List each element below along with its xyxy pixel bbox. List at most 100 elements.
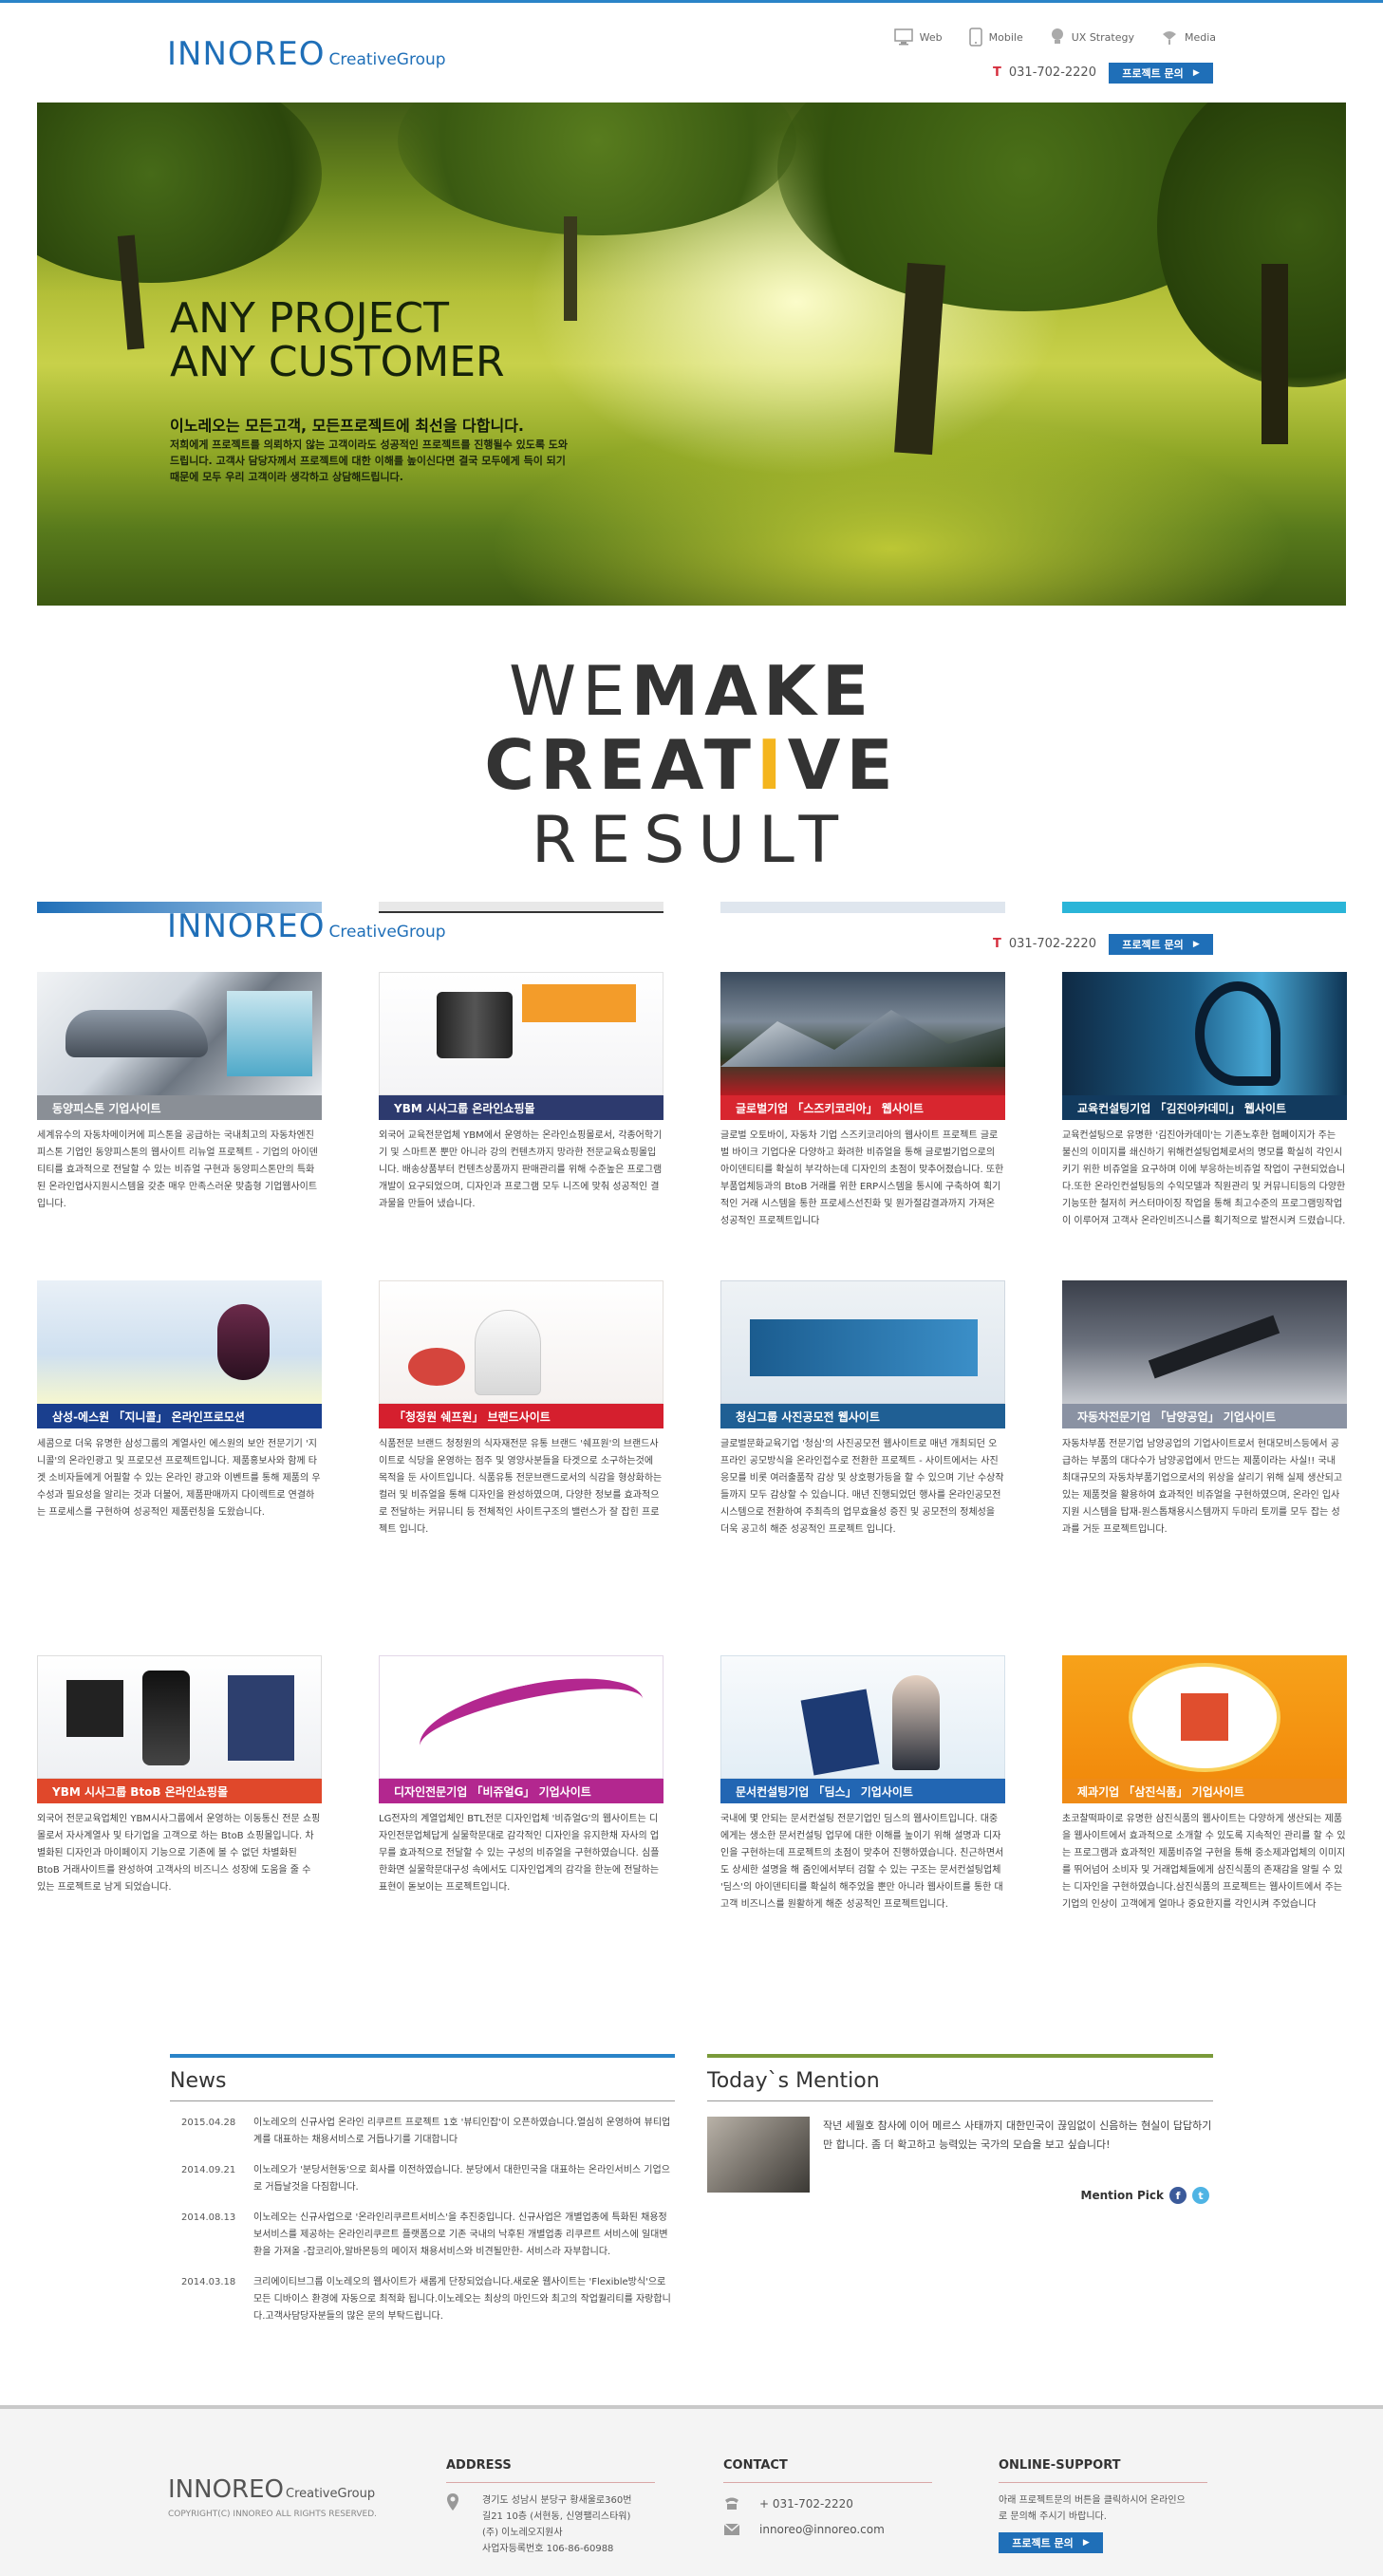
hero-subtitle: 이노레오는 모든고객, 모든프로젝트에 최선을 다합니다.	[170, 417, 524, 435]
card-thumbnail[interactable]	[379, 1655, 663, 1779]
card-thumbnail[interactable]	[720, 1655, 1005, 1779]
arrow-right-icon: ▶	[1192, 940, 1200, 949]
phone-number: 031-702-2220	[1008, 65, 1096, 80]
nav-mobile-label: Mobile	[988, 30, 1023, 44]
hero-text: 저희에게 프로젝트를 의뢰하지 않는 고객이라도 성공적인 프로젝트를 진행될수…	[170, 439, 569, 483]
footer-logo-wordmark: INNOREO	[168, 2475, 284, 2504]
footer-inquiry-button[interactable]: 프로젝트 문의 ▶	[999, 2532, 1103, 2553]
device-image	[217, 1304, 270, 1380]
preview-strip	[720, 902, 1005, 913]
card-title-bar: 삼성-에스원 「지니콜」 온라인프로모션	[37, 1404, 322, 1428]
news-item[interactable]: 2014.08.13 이노레오는 신규사업으로 '온라인리쿠르트서비스'을 추진…	[170, 2210, 675, 2261]
news-item[interactable]: 2015.04.28 이노레오의 신규사업 온라인 리쿠르트 프로젝트 1호 '…	[170, 2115, 675, 2149]
support-heading: ONLINE-SUPPORT	[999, 2458, 1207, 2483]
nav-web-label: Web	[919, 30, 943, 44]
address-line: 경기도 성남시 분당구 황새울로360번	[482, 2495, 632, 2506]
secondary-logo-subtitle: CreativeGroup	[328, 923, 446, 942]
facebook-icon[interactable]: f	[1169, 2187, 1187, 2204]
contact-heading: CONTACT	[723, 2458, 932, 2483]
news-text: 이노레오의 신규사업 온라인 리쿠르트 프로젝트 1호 '뷰티인잡'이 오픈하였…	[253, 2118, 671, 2145]
card-thumbnail[interactable]	[37, 1655, 322, 1779]
nav-mobile[interactable]: Mobile	[968, 28, 1023, 47]
nav-media-label: Media	[1184, 30, 1216, 44]
secondary-header: INNOREO CreativeGroup T 031-702-2220 프로젝트 …	[0, 902, 1383, 968]
card-title-bar: 「청정원 쉐프원」 브랜드사이트	[379, 1404, 663, 1428]
footer-logo: INNOREO CreativeGroup COPYRIGHT(C) INNORE…	[168, 2475, 377, 2519]
satellite-icon	[1162, 31, 1176, 45]
address-heading: ADDRESS	[446, 2458, 655, 2483]
news-date: 2014.08.13	[181, 2212, 236, 2223]
mail-icon	[723, 2523, 740, 2535]
card-title-bar: 문서컨설팅기업 「딤스」 기업사이트	[720, 1779, 1005, 1803]
footer-copyright: COPYRIGHT(C) INNOREO ALL RIGHTS RESERVED…	[168, 2510, 377, 2519]
card-thumbnail[interactable]	[1062, 972, 1347, 1095]
address-line: 길21 10층 (서현동, 신영팰리스타워)	[482, 2511, 631, 2522]
slogan-we: WE	[508, 651, 631, 731]
hero-banner: ANY PROJECT ANY CUSTOMER 이노레오는 모든고객, 모든프로…	[37, 103, 1346, 606]
card-title-bar: 교육컨설팅기업 「김진아카데미」 웹사이트	[1062, 1095, 1347, 1120]
slogan-make: MAKE	[630, 651, 875, 731]
news-text: 이노레오가 '분당서현동'으로 회사를 이전하였습니다. 분당에서 대한민국을 …	[253, 2165, 670, 2193]
tree-trunk	[1262, 264, 1288, 444]
card-thumbnail[interactable]	[720, 972, 1005, 1095]
card-title-bar: 제과기업 「삼진식품」 기업사이트	[1062, 1779, 1347, 1803]
logo[interactable]: INNOREO CreativeGroup	[167, 35, 446, 73]
mention-photo[interactable]	[707, 2117, 810, 2193]
news-text: 이노레오는 신규사업으로 '온라인리쿠르트서비스'을 추진중입니다. 신규사업은…	[253, 2212, 668, 2257]
secondary-inquiry-button[interactable]: 프로젝트 문의 ▶	[1109, 934, 1213, 955]
project-inquiry-button[interactable]: 프로젝트 문의 ▶	[1109, 63, 1213, 84]
card-thumbnail[interactable]	[37, 1280, 322, 1404]
hero-title: ANY PROJECT ANY CUSTOMER	[170, 297, 505, 384]
card-title-bar: 글로벌기업 「스즈키코리아」 웹사이트	[720, 1095, 1005, 1120]
support-text: 아래 프로젝트문의 버튼을 클릭하시어 온라인으로 문의해 주시기 바랍니다.	[999, 2495, 1186, 2522]
book-image	[800, 1689, 880, 1776]
mention-row: 작년 세월호 참사에 이어 메르스 사태까지 대한민국이 끊임없이 신음하는 현…	[707, 2117, 1213, 2193]
card-thumbnail[interactable]	[1062, 1655, 1347, 1779]
banner-image	[522, 984, 636, 1022]
footer-contact: CONTACT + 031-702-2220 innoreo@innoreo.c…	[723, 2458, 942, 2536]
footer-address: ADDRESS 경기도 성남시 분당구 황새울로360번 길21 10층 (서현…	[446, 2458, 664, 2557]
card-description: 초코찰떡파이로 유명한 삼진식품의 웹사이트는 다양하게 생산되는 제품을 웹사…	[1062, 1814, 1346, 1910]
site-footer: INNOREO CreativeGroup COPYRIGHT(C) INNORE…	[0, 2405, 1383, 2576]
card-thumbnail[interactable]	[37, 972, 322, 1095]
card-title-bar: 동양피스톤 기업사이트	[37, 1095, 322, 1120]
news-item[interactable]: 2014.03.18 크리에이티브그룹 이노레오의 웹사이트가 새롭게 단장되었…	[170, 2274, 675, 2325]
footer-logo-subtitle: CreativeGroup	[286, 2487, 376, 2501]
news-date: 2014.03.18	[181, 2277, 236, 2287]
news-item[interactable]: 2014.09.21 이노레오가 '분당서현동'으로 회사를 이전하였습니다. …	[170, 2162, 675, 2196]
phone-image	[228, 1675, 294, 1761]
card-thumbnail[interactable]	[379, 972, 663, 1095]
news-date: 2015.04.28	[181, 2118, 236, 2128]
address-line: 사업자등록번호 106-86-60988	[482, 2544, 614, 2554]
secondary-logo[interactable]: INNOREO CreativeGroup	[167, 907, 446, 945]
bulb-icon	[1051, 28, 1063, 44]
card-title-bar: YBM 시사그룹 온라인쇼핑몰	[379, 1095, 663, 1120]
phone-image	[142, 1671, 190, 1765]
nav-ux-label: UX Strategy	[1071, 30, 1134, 44]
slogan-creat: CREAT	[484, 725, 757, 805]
phone-icon	[725, 2497, 738, 2510]
card-title-bar: 자동차전문기업 「남양공업」 기업사이트	[1062, 1404, 1347, 1428]
nav-web[interactable]: Web	[893, 28, 943, 47]
card-thumbnail[interactable]	[379, 1280, 663, 1404]
contact-email-row: innoreo@innoreo.com	[723, 2523, 942, 2536]
product-image	[1181, 1693, 1228, 1741]
arrow-right-icon: ▶	[1192, 68, 1200, 78]
card-description: LG전자의 계열업체인 BTL전문 디자인업체 '비쥬얼G'의 웹사이트는 디자…	[379, 1814, 660, 1893]
monitor-icon	[893, 28, 913, 46]
card-thumbnail[interactable]	[1062, 1280, 1347, 1404]
photo-panel-image	[750, 1319, 978, 1376]
secondary-phone-number: 031-702-2220	[1008, 937, 1096, 951]
nav-ux-strategy[interactable]: UX Strategy	[1050, 28, 1134, 47]
person-image	[892, 1675, 940, 1770]
contact-email[interactable]: innoreo@innoreo.com	[759, 2523, 885, 2536]
twitter-icon[interactable]: t	[1192, 2187, 1209, 2204]
site-header: INNOREO CreativeGroup Web Mobile UX Strat…	[0, 3, 1383, 98]
tree-foliage	[37, 103, 322, 283]
preview-strip	[1062, 902, 1346, 913]
mention-pick-label: Mention Pick	[1080, 2189, 1164, 2202]
hero-title-line1: ANY PROJECT	[170, 294, 449, 343]
hero-title-line2: ANY CUSTOMER	[170, 338, 505, 386]
card-thumbnail[interactable]	[720, 1280, 1005, 1404]
nav-media[interactable]: Media	[1161, 28, 1216, 47]
